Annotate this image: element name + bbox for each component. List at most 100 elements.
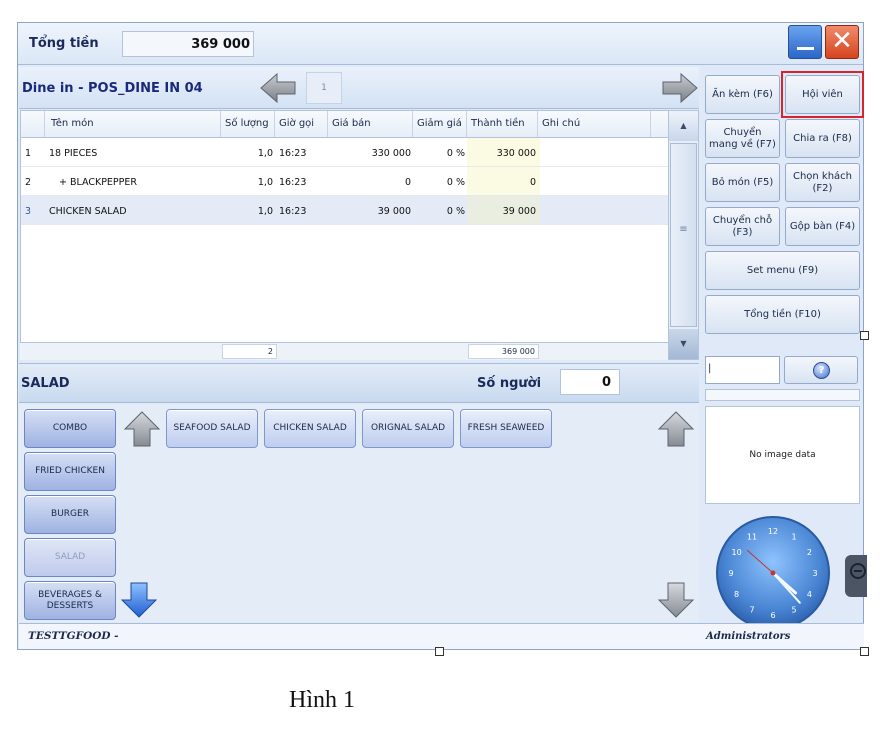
row-note: [538, 167, 651, 195]
grid-scrollbar[interactable]: ▲ ≡ ▼: [668, 110, 699, 360]
category-fried-chicken[interactable]: FRIED CHICKEN: [24, 452, 116, 491]
next-page-button[interactable]: [661, 71, 699, 105]
category-combo[interactable]: COMBO: [24, 409, 116, 448]
figure-caption: Hình 1: [289, 687, 355, 713]
item-chicken-salad[interactable]: CHICKEN SALAD: [264, 409, 356, 448]
order-title: Dine in - POS_DINE IN 04: [22, 81, 203, 96]
clock-number: 4: [807, 590, 812, 599]
clock-number: 2: [807, 548, 812, 557]
move-table-button[interactable]: Chuyển chỗ (F3): [705, 207, 780, 246]
minimize-button[interactable]: [788, 25, 822, 59]
total-label: Tổng tiền: [29, 36, 99, 51]
scroll-up-icon[interactable]: ▲: [669, 111, 698, 141]
prev-page-button[interactable]: [259, 71, 297, 105]
total-button[interactable]: Tổng tiền (F10): [705, 295, 860, 334]
col-discount[interactable]: Giảm giá: [413, 111, 467, 137]
row-price: 0: [404, 177, 411, 188]
menu-area: COMBO SEAFOOD SALAD CHICKEN SALAD ORIGNA…: [19, 404, 699, 622]
row-name: 18 PIECES: [49, 148, 98, 159]
col-amount[interactable]: Thành tiền: [467, 111, 538, 137]
grid-header: Tên món Số lượng Giờ gọi Giá bán Giảm gi…: [21, 111, 669, 138]
resize-handle[interactable]: [860, 647, 869, 656]
help-icon: ?: [813, 362, 830, 379]
takeaway-button[interactable]: Chuyển mang về (F7): [705, 119, 780, 158]
side-tab[interactable]: [845, 555, 867, 597]
scroll-down-icon[interactable]: ▼: [669, 329, 698, 359]
clock-number: 1: [791, 533, 796, 542]
close-button[interactable]: ✕: [825, 25, 859, 59]
code-input[interactable]: |: [705, 356, 780, 384]
col-qty[interactable]: Số lượng: [221, 111, 275, 137]
table-row[interactable]: 1 18 PIECES 1,0 16:23 330 000 0 % 330 00…: [21, 138, 669, 167]
items-scroll-down-button[interactable]: [656, 580, 696, 620]
row-qty: 1,0: [257, 148, 273, 159]
category-beverages-desserts[interactable]: BEVERAGES & DESSERTS: [24, 581, 116, 620]
row-qty: 1,0: [257, 206, 273, 217]
clock-number: 12: [768, 527, 778, 536]
side-dish-button[interactable]: Ăn kèm (F6): [705, 75, 780, 114]
set-menu-button[interactable]: Set menu (F9): [705, 251, 860, 290]
category-scroll-up-button[interactable]: [122, 409, 162, 449]
arrow-down-icon: [120, 582, 158, 618]
resize-handle[interactable]: [435, 647, 444, 656]
footer-amount-total: 369 000: [468, 344, 539, 359]
col-index: [21, 111, 45, 137]
row-discount: 0 %: [446, 148, 465, 159]
col-name[interactable]: Tên món: [45, 111, 221, 137]
table-row[interactable]: 3 CHICKEN SALAD 1,0 16:23 39 000 0 % 39 …: [21, 196, 669, 225]
merge-table-button[interactable]: Gộp bàn (F4): [785, 207, 860, 246]
top-bar: Tổng tiền 369 000 ✕: [18, 23, 863, 65]
clock-center: [770, 570, 776, 576]
scroll-thumb[interactable]: ≡: [670, 143, 697, 327]
row-time: 16:23: [279, 206, 307, 217]
remove-item-button[interactable]: Bỏ món (F5): [705, 163, 780, 202]
row-discount: 0 %: [446, 206, 465, 217]
item-orignal-salad[interactable]: ORIGNAL SALAD: [362, 409, 454, 448]
choose-customer-button[interactable]: Chọn khách (F2): [785, 163, 860, 202]
col-price[interactable]: Giá bán: [328, 111, 413, 137]
item-fresh-seaweed[interactable]: FRESH SEAWEED: [460, 409, 552, 448]
order-grid: Tên món Số lượng Giờ gọi Giá bán Giảm gi…: [20, 110, 670, 358]
row-name: + BLACKPEPPER: [59, 177, 137, 188]
user-role: Administrators: [706, 631, 791, 642]
clock-number: 3: [812, 569, 817, 578]
category-burger[interactable]: BURGER: [24, 495, 116, 534]
total-value: 369 000: [122, 31, 254, 57]
clock-number: 5: [791, 605, 796, 614]
clock-number: 11: [747, 533, 757, 542]
status-bar: TESTTGFOOD - Administrators: [19, 623, 864, 649]
guests-input[interactable]: 0: [560, 369, 620, 395]
close-icon: ✕: [831, 26, 853, 56]
arrow-up-icon: [657, 411, 695, 447]
col-note[interactable]: Ghi chú: [538, 111, 651, 137]
col-time[interactable]: Giờ gọi: [275, 111, 328, 137]
table-row[interactable]: 2 + BLACKPEPPER 1,0 16:23 0 0 % 0: [21, 167, 669, 196]
row-amount: 330 000: [467, 138, 540, 166]
row-amount: 0: [467, 167, 540, 195]
row-amount: 39 000: [467, 196, 540, 224]
row-index: 3: [25, 206, 32, 217]
clock-number: 8: [734, 590, 739, 599]
page-number: 1: [306, 72, 342, 104]
items-scroll-up-button[interactable]: [656, 409, 696, 449]
clock-number: 9: [728, 569, 733, 578]
clock-number: 6: [770, 611, 775, 620]
help-button[interactable]: ?: [784, 356, 858, 384]
arrow-right-icon: [662, 72, 698, 104]
arrow-down-icon: [657, 582, 695, 618]
resize-handle[interactable]: [860, 331, 869, 340]
member-highlight: [781, 71, 864, 118]
item-seafood-salad[interactable]: SEAFOOD SALAD: [166, 409, 258, 448]
image-placeholder: No image data: [705, 406, 860, 504]
info-strip: [705, 389, 860, 401]
split-button[interactable]: Chia ra (F8): [785, 119, 860, 158]
guests-label: Số người: [477, 376, 542, 391]
order-header: Dine in - POS_DINE IN 04 1: [19, 67, 699, 109]
category-salad[interactable]: SALAD: [24, 538, 116, 577]
row-time: 16:23: [279, 148, 307, 159]
clock-number: 10: [732, 548, 742, 557]
category-scroll-down-button[interactable]: [119, 580, 159, 620]
row-discount: 0 %: [446, 177, 465, 188]
row-price: 39 000: [377, 206, 411, 217]
category-header: SALAD Số người 0: [19, 363, 699, 403]
